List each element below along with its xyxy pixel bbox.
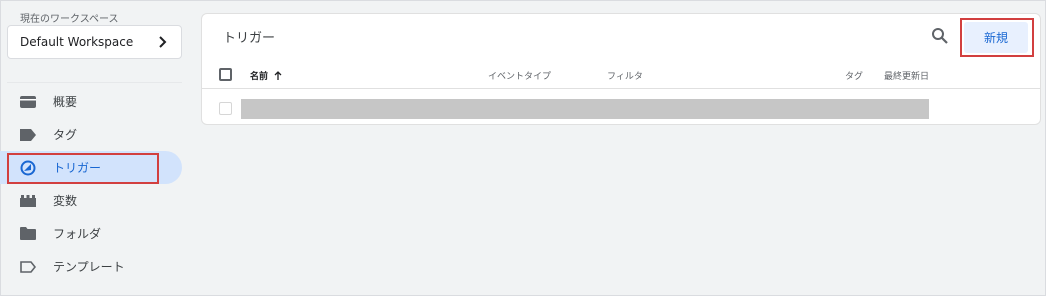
sidebar-item-label: 概要 <box>53 95 78 109</box>
new-button[interactable]: 新規 <box>964 22 1028 53</box>
column-header-label: 名前 <box>250 72 269 82</box>
chevron-right-icon <box>159 36 167 48</box>
overview-icon <box>20 94 36 110</box>
row-checkbox[interactable] <box>219 102 232 115</box>
triggers-card: トリガー 新規 名前 イベントタイプ フィルタ タグ 最終更新日 <box>201 13 1041 125</box>
table-row[interactable] <box>202 96 1040 120</box>
sidebar-item-label: トリガー <box>53 161 102 175</box>
table-header: 名前 イベントタイプ フィルタ タグ 最終更新日 <box>202 62 1040 89</box>
select-all-checkbox[interactable] <box>219 68 232 81</box>
sidebar-nav: 概要 タグ トリガー 変数 フォルダ テンプレート <box>0 85 182 283</box>
sidebar-item-tags[interactable]: タグ <box>0 118 182 151</box>
template-icon <box>20 259 36 275</box>
sidebar-item-overview[interactable]: 概要 <box>0 85 182 118</box>
workspace-name: Default Workspace <box>20 35 134 49</box>
trigger-icon <box>20 160 36 176</box>
sidebar-item-triggers[interactable]: トリガー <box>0 151 182 184</box>
sidebar-item-label: テンプレート <box>53 260 125 274</box>
sidebar-item-label: タグ <box>53 128 78 142</box>
sidebar-item-label: フォルダ <box>53 227 102 241</box>
column-header-name[interactable]: 名前 <box>250 69 283 82</box>
folder-icon <box>20 226 36 242</box>
page-title: トリガー <box>223 31 276 46</box>
sidebar-divider <box>7 82 182 83</box>
sort-arrow-up-icon <box>274 70 282 80</box>
variables-icon <box>20 193 36 209</box>
redacted-row-content <box>241 99 929 119</box>
search-icon[interactable] <box>931 27 949 45</box>
sidebar-item-label: 変数 <box>53 194 78 208</box>
column-header-last-edited[interactable]: 最終更新日 <box>884 69 929 82</box>
sidebar-item-variables[interactable]: 変数 <box>0 184 182 217</box>
sidebar-item-templates[interactable]: テンプレート <box>0 250 182 283</box>
sidebar-item-folders[interactable]: フォルダ <box>0 217 182 250</box>
workspace-label: 現在のワークスペース <box>20 14 119 25</box>
column-header-tag[interactable]: タグ <box>845 69 863 82</box>
column-header-event-type[interactable]: イベントタイプ <box>488 69 551 82</box>
workspace-selector[interactable]: Default Workspace <box>7 25 182 59</box>
column-header-filter[interactable]: フィルタ <box>607 69 643 82</box>
tag-icon <box>20 127 36 143</box>
